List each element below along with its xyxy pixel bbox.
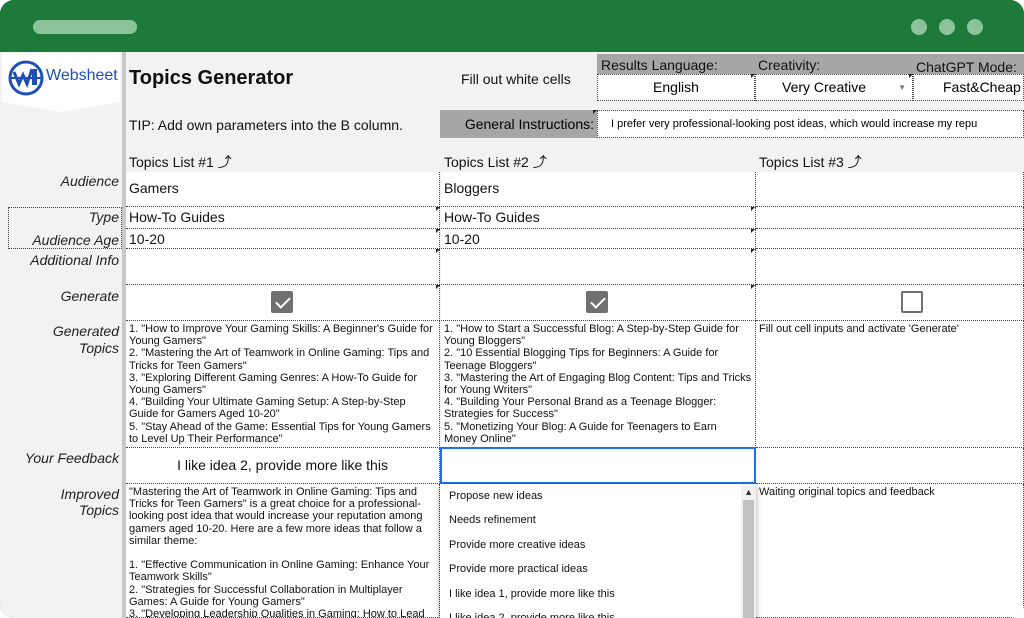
cell-note-marker [751,74,755,78]
feedback-cell-active[interactable] [440,447,756,484]
window-dot-1[interactable] [911,19,927,35]
cell-note-marker [436,207,440,211]
audience-age-label: Audience Age [32,232,119,248]
type-cell[interactable]: How-To Guides [441,207,756,229]
cell-note-marker [436,249,440,253]
additional-info-cell[interactable] [441,249,756,285]
generate-checkbox[interactable] [586,291,608,313]
improved-label: Improved [60,486,119,502]
topics-list-3-header: Topics List #3 ⤴ [759,154,862,170]
additional-info-label: Additional Info [30,252,119,268]
dropdown-option[interactable]: Provide more practical ideas [440,557,756,581]
generate-cell[interactable] [756,285,1024,321]
audience-age-cell[interactable]: 10-20 [126,229,440,249]
generated-topics-label: Topics [79,340,119,356]
websheet-logo-icon [8,60,44,96]
topics-list-1-header: Topics List #1 ⤴ [129,154,232,170]
type-cell[interactable] [756,207,1024,229]
spreadsheet: Websheet Topics Generator Fill out white… [0,52,1024,618]
generate-checkbox[interactable] [901,291,923,313]
audience-label: Audience [60,173,119,189]
topics-list-2-header: Topics List #2 ⤴ [444,154,547,170]
dropdown-option[interactable]: Needs refinement [440,508,756,532]
dropdown-option[interactable]: I like idea 1, provide more like this [440,582,756,606]
creativity-value: Very Creative [782,79,867,95]
audience-cell[interactable]: Bloggers [441,172,756,207]
logo-text: Websheet [46,67,118,84]
feedback-cell[interactable] [756,448,1024,484]
window-dot-2[interactable] [939,19,955,35]
cell-note-marker [593,110,597,114]
feedback-cell[interactable]: I like idea 2, provide more like this [126,448,440,484]
settings-header: Results Language: Creativity: ChatGPT Mo… [597,54,1024,75]
scrollbar-thumb[interactable] [743,500,754,618]
generate-cell[interactable] [126,285,440,321]
dropdown-option[interactable]: Provide more creative ideas [440,533,756,557]
app-window: Websheet Topics Generator Fill out white… [0,0,1024,618]
feedback-options-list: Propose new ideas Needs refinement Provide… [440,484,756,618]
general-instructions-input[interactable]: I prefer very professional-looking post … [597,110,1024,138]
logo-ribbon [2,102,120,112]
page-title: Topics Generator [129,67,294,89]
fill-hint: Fill out white cells [461,71,571,87]
generate-cell[interactable] [441,285,756,321]
address-pill [33,20,137,34]
audience-age-cell[interactable]: 10-20 [441,229,756,249]
improved-topics-cell[interactable]: Waiting original topics and feedback [756,484,1024,618]
generate-checkbox[interactable] [271,291,293,313]
window-dot-3[interactable] [967,19,983,35]
type-cell[interactable]: How-To Guides [126,207,440,229]
generated-topics-cell[interactable]: 1. "How to Improve Your Gaming Skills: A… [126,321,440,448]
generate-label: Generate [60,288,119,304]
audience-cell[interactable] [756,172,1024,207]
logo-area: Websheet [2,54,120,102]
results-language-label: Results Language: [601,57,718,73]
your-feedback-label: Your Feedback [24,450,119,466]
audience-age-cell[interactable] [756,229,1024,249]
cell-note-marker [751,285,755,289]
dropdown-option[interactable]: Propose new ideas [440,484,756,508]
chatgpt-mode-select[interactable]: Fast&Cheap [913,74,1024,101]
chevron-down-icon[interactable]: ▼ [898,75,906,100]
creativity-label: Creativity: [758,57,821,73]
cell-note-marker [436,285,440,289]
scroll-up-icon[interactable]: ▲ [744,487,753,497]
cell-note-marker [751,229,755,233]
cell-note-marker [751,207,755,211]
improved-topics-label: Topics [79,502,119,518]
cell-note-marker [436,229,440,233]
chatgpt-mode-label: ChatGPT Mode: [916,59,1017,75]
generated-topics-cell[interactable]: Fill out cell inputs and activate 'Gener… [756,321,1024,448]
dropdown-scrollbar[interactable]: ▲ [741,484,756,618]
creativity-select[interactable]: Very Creative ▼ [755,74,913,101]
generated-label: Generated [52,323,119,339]
general-instructions-label: General Instructions: [440,110,597,138]
type-label: Type [88,209,119,225]
additional-info-cell[interactable] [126,249,440,285]
audience-cell[interactable]: Gamers [126,172,440,207]
cell-note-marker [751,249,755,253]
generated-topics-cell[interactable]: 1. "How to Start a Successful Blog: A St… [441,321,756,448]
tip-text: TIP: Add own parameters into the B colum… [129,117,403,133]
additional-info-cell[interactable] [756,249,1024,285]
cell-note-marker [909,74,913,78]
title-bar [0,0,1024,52]
feedback-dropdown[interactable]: Propose new ideas Needs refinement Provide… [440,484,756,618]
results-language-select[interactable]: English [597,74,755,101]
improved-topics-cell[interactable]: "Mastering the Art of Teamwork in Online… [126,484,440,618]
dropdown-option[interactable]: I like idea 2, provide more like this [440,606,756,618]
